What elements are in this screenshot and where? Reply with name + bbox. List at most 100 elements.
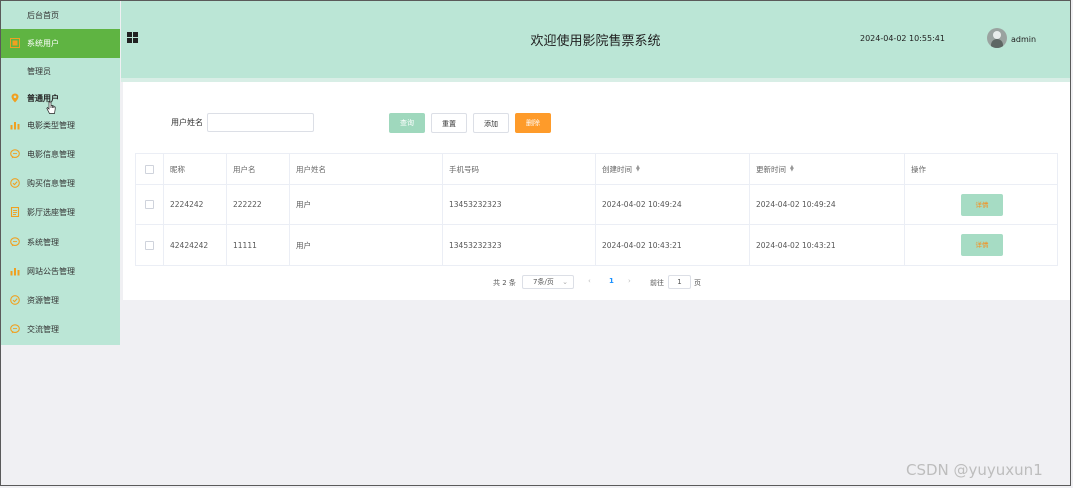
column-header-label: 创建时间 (602, 164, 632, 174)
sidebar-item-label: 购买信息管理 (27, 179, 75, 188)
username[interactable]: admin (1011, 35, 1036, 44)
row-select-cell (136, 185, 164, 224)
chat-bubble-icon (10, 149, 20, 159)
sidebar-item-label: 电影类型管理 (27, 121, 75, 130)
table-row: 2224242 222222 用户 13453232323 2024-04-02… (136, 185, 1057, 225)
table-row: 42424242 11111 用户 13453232323 2024-04-02… (136, 225, 1057, 265)
column-header: 操作 (905, 154, 1057, 184)
column-header: 手机号码 (443, 154, 596, 184)
chat-bubble-icon (10, 324, 20, 334)
phone-cell: 13453232323 (443, 225, 596, 265)
realname-cell: 用户 (290, 225, 443, 265)
sidebar-item-movie-types[interactable]: 电影类型管理 (1, 111, 120, 140)
grid-icon (10, 38, 20, 48)
row-checkbox[interactable] (145, 240, 154, 250)
next-page-icon[interactable]: › (628, 277, 631, 285)
search-label: 用户姓名 (171, 118, 203, 127)
pagination-total: 共 2 条 (493, 279, 516, 287)
sidebar-item-movie-info[interactable]: 电影信息管理 (1, 140, 120, 169)
nickname-cell: 42424242 (164, 225, 227, 265)
watermark: CSDN @yuyuxun1 (906, 461, 1043, 479)
current-page-number[interactable]: 1 (609, 277, 614, 285)
search-input[interactable] (207, 113, 314, 132)
select-all-cell (136, 154, 164, 184)
bar-chart-icon (10, 122, 20, 130)
action-cell: 详情 (905, 185, 1057, 224)
goto-label: 前往 (650, 279, 664, 287)
sidebar-item-label: 交流管理 (27, 325, 59, 334)
avatar-body (991, 39, 1003, 48)
column-header-label: 用户姓名 (296, 164, 326, 174)
username-cell: 222222 (227, 185, 290, 224)
document-icon (10, 207, 20, 217)
updated-cell: 2024-04-02 10:49:24 (750, 185, 905, 224)
username-cell: 11111 (227, 225, 290, 265)
created-cell: 2024-04-02 10:43:21 (596, 225, 750, 265)
column-header: 用户名 (227, 154, 290, 184)
bar-chart-icon (10, 268, 20, 276)
action-cell: 详情 (905, 225, 1057, 265)
avatar-head (993, 31, 1001, 39)
sidebar-item-normal-users[interactable]: 普通用户 (1, 84, 120, 113)
sidebar-item-system-users[interactable]: 系统用户 (1, 29, 120, 58)
sidebar-item-hall-seats[interactable]: 影厅选座管理 (1, 198, 120, 227)
hand-cursor-icon (46, 101, 56, 114)
location-pin-icon (11, 93, 19, 103)
current-datetime: 2024-04-02 10:55:41 (860, 34, 945, 43)
prev-page-icon[interactable]: ‹ (588, 277, 591, 285)
sidebar-item-label: 系统用户 (27, 39, 59, 48)
sidebar-item-label: 系统管理 (27, 238, 59, 247)
detail-button[interactable]: 详情 (961, 194, 1003, 216)
phone-cell: 13453232323 (443, 185, 596, 224)
row-select-cell (136, 225, 164, 265)
sidebar-item-system-mgmt[interactable]: 系统管理 (1, 228, 120, 257)
sidebar-item-label: 影厅选座管理 (27, 208, 75, 217)
sidebar-item-label: 电影信息管理 (27, 150, 75, 159)
top-header: 欢迎使用影院售票系统 2024-04-02 10:55:41 admin (121, 1, 1070, 78)
column-header-sortable[interactable]: 更新时间 ▲ ▼ (750, 154, 905, 184)
sidebar: 后台首页 系统用户 管理员 普通用户 电影类型管理 电影信息管理 购买信息管理 … (1, 1, 120, 485)
column-header-label: 更新时间 (756, 164, 786, 174)
sidebar-item-label: 资源管理 (27, 296, 59, 305)
goto-page-input[interactable]: 1 (668, 275, 691, 289)
created-cell: 2024-04-02 10:49:24 (596, 185, 750, 224)
sidebar-item-purchase-info[interactable]: 购买信息管理 (1, 169, 120, 198)
sidebar-item-home[interactable]: 后台首页 (1, 1, 120, 30)
user-table: 昵称 用户名 用户姓名 手机号码 创建时间 ▲ ▼ 更新时间 ▲ ▼ 操作 222424… (135, 153, 1058, 266)
column-header-label: 操作 (911, 164, 926, 174)
realname-cell: 用户 (290, 185, 443, 224)
page-size-value: 7条/页 (533, 278, 554, 286)
sidebar-item-label: 后台首页 (27, 11, 59, 20)
sidebar-item-label: 网站公告管理 (27, 267, 75, 276)
column-header-label: 昵称 (170, 164, 185, 174)
column-header-label: 手机号码 (449, 164, 479, 174)
column-header-sortable[interactable]: 创建时间 ▲ ▼ (596, 154, 750, 184)
query-button[interactable]: 查询 (389, 113, 425, 133)
row-checkbox[interactable] (145, 200, 154, 209)
page-suffix-label: 页 (694, 279, 701, 287)
content-card: 用户姓名 查询 重置 添加 删除 昵称 用户名 用户姓名 手机号码 创建时间 ▲ ▼… (123, 82, 1070, 300)
page-size-select[interactable]: 7条/页 ⌄ (522, 275, 574, 289)
add-button[interactable]: 添加 (473, 113, 509, 133)
sort-icon[interactable]: ▲ ▼ (636, 165, 640, 173)
reset-button[interactable]: 重置 (431, 113, 467, 133)
column-header: 用户姓名 (290, 154, 443, 184)
chat-bubble-icon (10, 237, 20, 247)
avatar[interactable] (987, 28, 1007, 48)
updated-cell: 2024-04-02 10:43:21 (750, 225, 905, 265)
nickname-cell: 2224242 (164, 185, 227, 224)
chevron-down-icon: ⌄ (562, 278, 568, 286)
check-circle-icon (10, 295, 20, 305)
sidebar-item-resources[interactable]: 资源管理 (1, 286, 120, 315)
check-circle-icon (10, 178, 20, 188)
detail-button[interactable]: 详情 (961, 234, 1003, 256)
column-header: 昵称 (164, 154, 227, 184)
sidebar-item-announcements[interactable]: 网站公告管理 (1, 257, 120, 286)
sort-icon[interactable]: ▲ ▼ (790, 165, 794, 173)
sidebar-item-communication[interactable]: 交流管理 (1, 315, 120, 344)
table-header-row: 昵称 用户名 用户姓名 手机号码 创建时间 ▲ ▼ 更新时间 ▲ ▼ 操作 (136, 154, 1057, 185)
sidebar-item-admin[interactable]: 管理员 (1, 57, 120, 86)
select-all-checkbox[interactable] (145, 164, 154, 174)
sidebar-menu: 后台首页 系统用户 管理员 普通用户 电影类型管理 电影信息管理 购买信息管理 … (1, 1, 120, 345)
delete-button[interactable]: 删除 (515, 113, 551, 133)
